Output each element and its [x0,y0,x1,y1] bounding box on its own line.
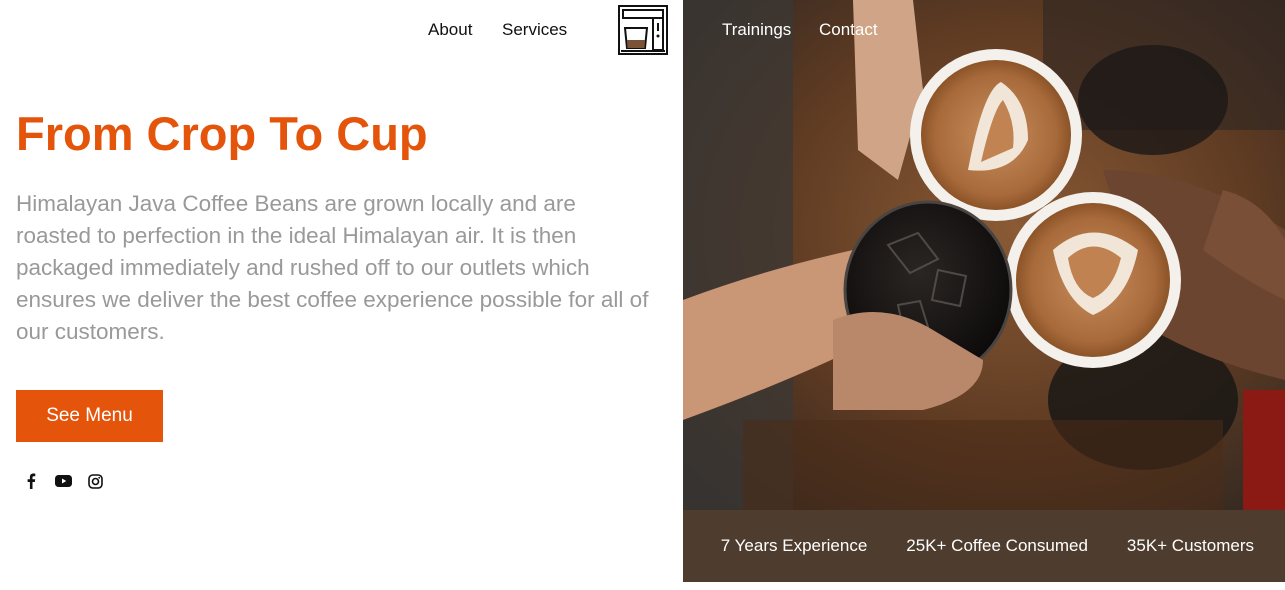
stat-coffee-consumed: 25K+ Coffee Consumed [906,536,1088,555]
nav-about[interactable]: About [428,20,472,40]
youtube-icon[interactable] [54,472,72,490]
coffee-machine-icon[interactable] [617,4,669,56]
see-menu-button[interactable]: See Menu [16,390,163,442]
stat-customers: 35K+ Customers [1126,536,1254,555]
hero-left-panel: From Crop To Cup Himalayan Java Coffee B… [0,0,683,590]
nav-services[interactable]: Services [502,20,567,40]
nav-contact[interactable]: Contact [819,20,878,40]
facebook-icon[interactable] [22,472,40,490]
hero-right-panel: 7 Years Experience 25K+ Coffee Consumed … [683,0,1285,582]
top-nav: About Services Trainings Contact [0,0,1285,60]
nav-trainings[interactable]: Trainings [722,20,791,40]
hero-description: Himalayan Java Coffee Beans are grown lo… [16,191,649,344]
stat-experience: 7 Years Experience [720,536,868,555]
coffee-cups-photo [683,0,1285,510]
social-links [22,472,104,490]
hero-title: From Crop To Cup [16,107,428,160]
instagram-icon[interactable] [86,472,104,490]
stats-bar: 7 Years Experience 25K+ Coffee Consumed … [683,510,1285,582]
